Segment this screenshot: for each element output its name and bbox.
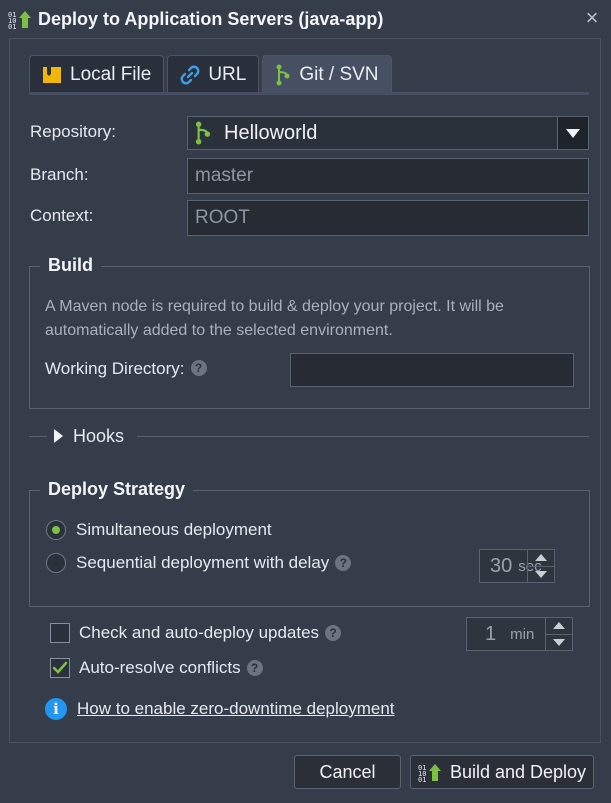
chevron-down-icon [535,570,547,578]
divider [29,436,47,437]
spin-down-button[interactable] [546,635,572,651]
working-directory-label-text: Working Directory: [45,359,185,378]
deploy-upload-icon: 01 10 01 [8,11,31,29]
hooks-label: Hooks [73,426,125,446]
svg-text:01: 01 [418,776,426,782]
expand-arrow-icon [54,429,63,443]
cancel-button-label: Cancel [319,761,376,782]
repository-select[interactable]: Helloworld [187,116,589,150]
repository-dropdown-button[interactable] [557,117,588,149]
archive-icon [43,66,61,83]
tab-url-label: URL [208,63,247,85]
deploy-strategy-legend: Deploy Strategy [40,479,194,500]
help-icon[interactable]: ? [335,555,352,571]
auto-resolve-label: Auto-resolve conflicts [79,658,241,677]
interval-unit: min [510,625,535,643]
radio-selected-dot [52,526,60,534]
close-icon: × [585,5,599,30]
tab-local-file[interactable]: Local File [29,55,165,93]
hooks-toggle[interactable]: Hooks [29,425,589,449]
svg-text:01: 01 [8,23,16,29]
radio-button[interactable] [46,553,66,573]
working-directory-input[interactable] [290,353,574,387]
chevron-down-icon [553,638,565,646]
dialog-title: Deploy to Application Servers (java-app) [38,9,384,29]
chevron-down-icon [566,128,580,138]
auto-deploy-label: Check and auto-deploy updates [79,623,320,642]
build-and-deploy-button[interactable]: 01 10 01 Build and Deploy [410,755,594,789]
context-label: Context: [30,206,94,225]
repository-value: Helloworld [224,121,318,144]
build-and-deploy-label: Build and Deploy [449,761,587,782]
tab-git-svn[interactable]: Git / SVN [262,55,392,93]
deploy-upload-icon: 01 10 01 [418,764,441,782]
source-tabs: Local File URL Git / SVN [29,55,392,93]
title-bar: 01 10 01 Deploy to Application Servers (… [0,0,611,38]
interval-value: 1 [485,622,497,645]
spin-down-button[interactable] [528,567,554,583]
chevron-up-icon [553,622,565,630]
radio-button[interactable] [46,520,66,540]
auto-deploy-checkbox[interactable] [50,623,70,643]
interval-spinner[interactable]: 1 min [466,617,573,651]
simultaneous-deployment-label: Simultaneous deployment [76,520,272,539]
branch-label: Branch: [30,165,89,184]
auto-resolve-option[interactable]: Auto-resolve conflicts? [50,658,263,678]
checkmark-icon [52,661,68,674]
tab-underline [29,92,589,95]
delay-spinner[interactable]: 30 sec [479,549,555,583]
build-description: A Maven node is required to build & depl… [45,298,504,339]
git-branch-icon [195,121,211,145]
context-input[interactable]: ROOT [187,200,589,236]
cancel-button[interactable]: Cancel [294,755,401,789]
link-icon [180,65,200,84]
working-directory-label: Working Directory:? [45,359,207,379]
simultaneous-deployment-option[interactable]: Simultaneous deployment [46,520,272,540]
auto-deploy-option[interactable]: Check and auto-deploy updates? [50,623,342,643]
close-button[interactable]: × [580,6,604,30]
build-section: Build A Maven node is required to build … [29,255,590,409]
deploy-dialog: 01 10 01 Deploy to Application Servers (… [0,0,611,803]
help-icon[interactable]: ? [190,360,207,376]
delay-value: 30 [490,554,513,577]
spin-up-button[interactable] [528,550,554,567]
spin-up-button[interactable] [546,618,572,635]
delay-spin-buttons [527,550,554,582]
divider [137,436,589,437]
tab-git-svn-label: Git / SVN [299,63,379,85]
auto-resolve-checkbox[interactable] [50,658,70,678]
info-icon: i [45,698,67,720]
git-branch-icon [276,64,290,85]
build-legend: Build [40,255,101,276]
sequential-deployment-option[interactable]: Sequential deployment with delay? [46,553,352,573]
zero-downtime-info: i How to enable zero-downtime deployment [45,698,395,720]
help-icon[interactable]: ? [325,625,342,641]
chevron-up-icon [535,554,547,562]
repository-label: Repository: [30,122,116,141]
tab-local-file-label: Local File [70,63,152,85]
branch-input[interactable]: master [187,158,589,194]
dialog-body: Local File URL Git / SVN Repository: Hel… [9,38,601,743]
sequential-deployment-label: Sequential deployment with delay [76,553,330,572]
help-icon[interactable]: ? [246,660,263,676]
deploy-strategy-section: Deploy Strategy Simultaneous deployment … [29,479,590,607]
tab-url[interactable]: URL [167,55,260,93]
interval-spin-buttons [545,618,572,650]
zero-downtime-link[interactable]: How to enable zero-downtime deployment [77,699,395,719]
